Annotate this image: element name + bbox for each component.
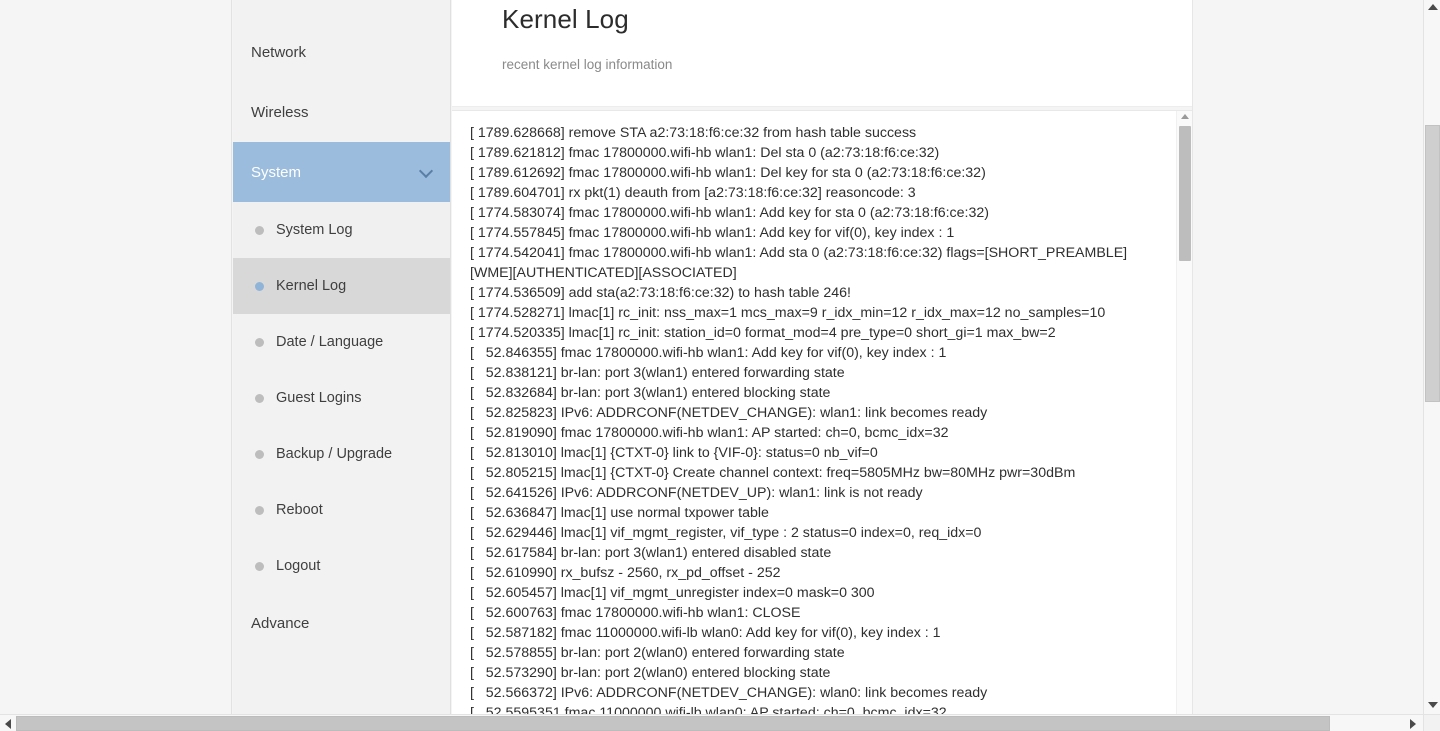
bullet-icon (255, 393, 264, 403)
log-line: [ 52.5595351 fmac 11000000.wifi-lb wlan0… (470, 705, 947, 714)
sidebar-navigation: Network Wireless System System Log Kerne… (233, 0, 451, 714)
page-header-card: Kernel Log recent kernel log information (452, 0, 1192, 107)
log-line: [ 1789.604701] rx pkt(1) deauth from [a2… (470, 185, 916, 201)
log-line: [ 1789.628668] remove STA a2:73:18:f6:ce… (470, 125, 917, 141)
log-line: [ 52.838121] br-lan: port 3(wlan1) enter… (470, 365, 845, 381)
log-line: [ 52.641526] IPv6: ADDRCONF(NETDEV_UP): … (470, 485, 923, 501)
kernel-log-text: [ 1789.628668] remove STA a2:73:18:f6:ce… (452, 111, 1164, 714)
horizontal-scrollbar-thumb[interactable] (16, 716, 1330, 731)
sidebar-item-label: Backup / Upgrade (276, 446, 393, 462)
scroll-up-arrow-icon[interactable] (1181, 114, 1189, 119)
scroll-up-arrow-icon[interactable] (1428, 4, 1438, 10)
log-line: [ 1789.612692] fmac 17800000.wifi-hb wla… (470, 165, 986, 181)
page-subtitle: recent kernel log information (502, 57, 673, 72)
chevron-down-icon (420, 165, 434, 179)
sidebar-item-date-language[interactable]: Date / Language (233, 314, 450, 370)
log-line: [ 1774.520335] lmac[1] rc_init: station_… (470, 325, 1056, 341)
log-line: [ 52.578855] br-lan: port 2(wlan0) enter… (470, 645, 845, 661)
log-line: [ 1774.528271] lmac[1] rc_init: nss_max=… (470, 305, 1106, 321)
sidebar-item-guest-logins[interactable]: Guest Logins (233, 370, 450, 426)
sidebar-item-backup-upgrade[interactable]: Backup / Upgrade (233, 426, 450, 482)
sidebar-item-logout[interactable]: Logout (233, 538, 450, 594)
log-vertical-scrollbar[interactable] (1176, 111, 1192, 714)
sidebar-item-kernel-log[interactable]: Kernel Log (233, 258, 450, 314)
bullet-icon (255, 337, 264, 347)
log-line: [ 52.617584] br-lan: port 3(wlan1) enter… (470, 545, 832, 561)
bullet-icon (255, 505, 264, 515)
sidebar-item-label: Wireless (251, 103, 309, 121)
sidebar-item-label: Date / Language (276, 334, 384, 350)
scroll-down-arrow-icon[interactable] (1428, 702, 1438, 708)
sidebar-group-label: System (251, 163, 302, 181)
scrollbar-corner (1423, 714, 1440, 731)
log-line: [ 52.573290] br-lan: port 2(wlan0) enter… (470, 665, 831, 681)
log-line: [ 1774.583074] fmac 17800000.wifi-hb wla… (470, 205, 989, 221)
sidebar-item-label: Logout (276, 558, 321, 574)
log-line: [ 52.600763] fmac 17800000.wifi-hb wlan1… (470, 605, 801, 621)
bullet-icon (255, 561, 264, 571)
sidebar-item-system-log[interactable]: System Log (233, 202, 450, 258)
log-scrollbar-thumb[interactable] (1179, 126, 1191, 261)
sidebar-top-section: Network Wireless System System Log Kerne… (233, 0, 450, 652)
right-gutter (1192, 0, 1424, 714)
log-line: [ 52.587182] fmac 11000000.wifi-lb wlan0… (470, 625, 941, 641)
browser-viewport: Network Wireless System System Log Kerne… (0, 0, 1440, 731)
log-line: [ 1774.542041] fmac 17800000.wifi-hb wla… (470, 245, 1128, 281)
log-line: [ 52.566372] IPv6: ADDRCONF(NETDEV_CHANG… (470, 685, 988, 701)
log-line: [ 52.605457] lmac[1] vif_mgmt_unregister… (470, 585, 875, 601)
bullet-icon (255, 225, 264, 235)
sidebar-item-label: Kernel Log (276, 278, 347, 294)
kernel-log-panel: [ 1789.628668] remove STA a2:73:18:f6:ce… (452, 110, 1192, 714)
log-line: [ 52.813010] lmac[1] {CTXT-0} link to {V… (470, 445, 878, 461)
log-line: [ 1774.536509] add sta(a2:73:18:f6:ce:32… (470, 285, 851, 301)
log-line: [ 52.832684] br-lan: port 3(wlan1) enter… (470, 385, 831, 401)
sidebar-item-label: Advance (251, 614, 310, 632)
left-gutter (0, 0, 232, 714)
sidebar-item-advance[interactable]: Advance (233, 594, 450, 652)
sidebar-item-label: Reboot (276, 502, 323, 518)
bullet-icon (255, 449, 264, 459)
log-line: [ 52.825823] IPv6: ADDRCONF(NETDEV_CHANG… (470, 405, 988, 421)
main-content: Kernel Log recent kernel log information… (452, 0, 1192, 714)
sidebar-group-system[interactable]: System (233, 142, 450, 202)
browser-horizontal-scrollbar[interactable] (0, 714, 1440, 731)
browser-vertical-scrollbar[interactable] (1423, 0, 1440, 714)
log-line: [ 52.846355] fmac 17800000.wifi-hb wlan1… (470, 345, 947, 361)
log-line: [ 1774.557845] fmac 17800000.wifi-hb wla… (470, 225, 955, 241)
log-line: [ 52.805215] lmac[1] {CTXT-0} Create cha… (470, 465, 1076, 481)
sidebar-item-wireless[interactable]: Wireless (233, 82, 450, 142)
sidebar-item-label: Network (251, 43, 307, 61)
sidebar-item-label: Guest Logins (276, 390, 362, 406)
scroll-left-arrow-icon[interactable] (5, 719, 11, 729)
page-title: Kernel Log (502, 4, 629, 34)
log-line: [ 52.610990] rx_bufsz - 2560, rx_pd_offs… (470, 565, 781, 581)
sidebar-item-network[interactable]: Network (233, 22, 450, 82)
vertical-scrollbar-thumb[interactable] (1425, 125, 1440, 402)
log-line: [ 52.629446] lmac[1] vif_mgmt_register, … (470, 525, 982, 541)
log-line: [ 52.819090] fmac 17800000.wifi-hb wlan1… (470, 425, 949, 441)
log-line: [ 1789.621812] fmac 17800000.wifi-hb wla… (470, 145, 940, 161)
sidebar-item-label: System Log (276, 222, 353, 238)
sidebar-item-reboot[interactable]: Reboot (233, 482, 450, 538)
bullet-icon (255, 281, 264, 291)
scroll-right-arrow-icon[interactable] (1410, 719, 1416, 729)
log-line: [ 52.636847] lmac[1] use normal txpower … (470, 505, 769, 521)
